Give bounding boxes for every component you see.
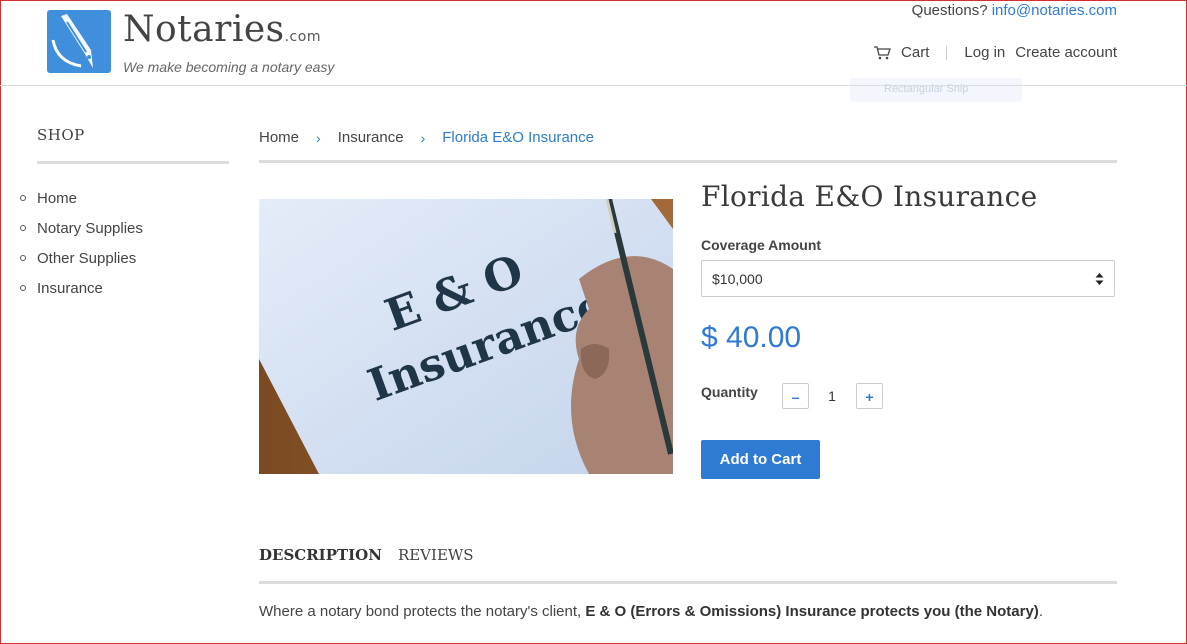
sidebar-item-insurance[interactable]: Insurance [20,273,143,303]
nav-divider [946,45,948,60]
contact-line: Questions? info@notaries.com [912,2,1117,19]
brand-name: Notaries [123,9,285,50]
brand-suffix: .com [284,29,321,45]
sidebar-item-other-supplies[interactable]: Other Supplies [20,243,143,273]
breadcrumb-home[interactable]: Home [259,129,299,146]
breadcrumb-divider [259,160,1117,163]
sidebar-nav: Home Notary Supplies Other Supplies Insu… [20,183,143,303]
description-tail: . [1038,603,1043,620]
cart-icon [874,45,891,59]
account-nav: Cart Log in Create account [874,44,1117,61]
pen-nib-logo-icon [47,10,111,73]
email-link[interactable]: info@notaries.com [992,2,1117,19]
breadcrumb-current: Florida E&O Insurance [442,129,594,146]
product-price: $ 40.00 [701,321,802,354]
bullet-icon [20,195,26,201]
sidebar-title: SHOP [37,126,85,144]
coverage-label: Coverage Amount [701,237,822,253]
product-tabs: DESCRIPTION REVIEWS [259,546,474,564]
quantity-decrease-button[interactable]: – [782,383,809,409]
sidebar-divider [37,161,229,164]
product-description: Where a notary bond protects the notary'… [259,603,1043,620]
sidebar-item-notary-supplies[interactable]: Notary Supplies [20,213,143,243]
sidebar-item-label: Notary Supplies [37,219,143,237]
select-arrows-icon [1095,273,1104,285]
site-logo[interactable]: Notaries.com We make becoming a notary e… [47,10,334,75]
description-bold: E & O (Errors & Omissions) Insurance pro… [585,603,1039,620]
coverage-select[interactable]: $10,000 [701,260,1115,297]
product-image: E & O Insurance [259,199,673,474]
tabs-divider [259,581,1117,584]
chevron-right-icon: › [316,129,321,146]
cart-label: Cart [901,44,930,61]
breadcrumb: Home › Insurance › Florida E&O Insurance [259,129,594,146]
cart-link[interactable]: Cart [874,44,929,61]
site-header: Notaries.com We make becoming a notary e… [0,0,1187,86]
create-account-link[interactable]: Create account [1015,44,1117,61]
chevron-right-icon: › [420,129,426,146]
snip-tool-tooltip: Rectangular Snip [850,78,1022,102]
breadcrumb-insurance[interactable]: Insurance [338,129,404,146]
quantity-increase-button[interactable]: + [856,383,883,409]
tab-reviews[interactable]: REVIEWS [398,546,474,564]
quantity-input[interactable]: 1 [822,388,842,404]
sidebar-item-label: Insurance [37,279,103,297]
bullet-icon [20,225,26,231]
sidebar-item-label: Other Supplies [37,249,137,267]
quantity-label: Quantity [701,384,758,400]
brand-tagline: We make becoming a notary easy [123,59,335,75]
add-to-cart-button[interactable]: Add to Cart [701,440,820,479]
description-lead: Where a notary bond protects the notary'… [259,603,586,620]
coverage-selected-value: $10,000 [712,271,763,287]
questions-label: Questions? [911,2,988,19]
bullet-icon [20,255,26,261]
login-link[interactable]: Log in [964,44,1005,61]
sidebar-item-home[interactable]: Home [20,183,143,213]
sidebar-item-label: Home [37,189,78,207]
bullet-icon [20,285,26,291]
product-title: Florida E&O Insurance [701,180,1038,213]
tab-description[interactable]: DESCRIPTION [259,546,382,564]
